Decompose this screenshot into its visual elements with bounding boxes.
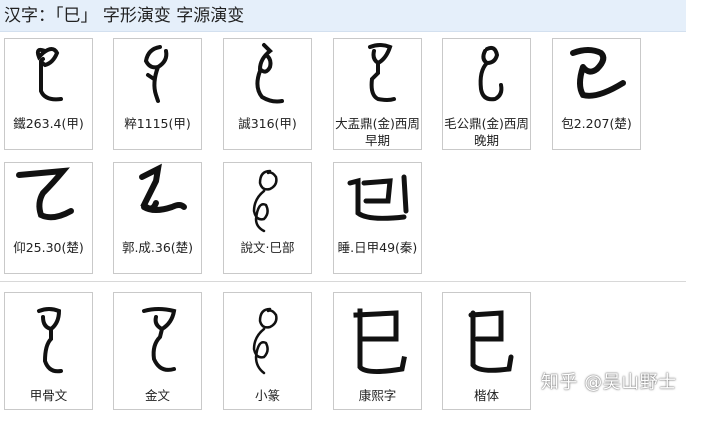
glyph-image: [5, 39, 92, 117]
glyph-card[interactable]: 睡.日甲49(秦): [333, 162, 422, 274]
glyph-caption: 睡.日甲49(秦): [337, 240, 418, 255]
glyph-card[interactable]: 小篆: [223, 292, 312, 410]
glyph-caption: 毛公鼎(金)西周晚期: [444, 116, 529, 148]
section-divider: [0, 281, 686, 282]
glyph-image: [224, 39, 311, 117]
glyph-image: [114, 39, 201, 117]
glyph-image: [5, 163, 92, 241]
glyph-image: [553, 39, 640, 117]
glyph-card[interactable]: 毛公鼎(金)西周晚期: [442, 38, 531, 150]
glyph-caption: 誠316(甲): [238, 116, 297, 131]
glyph-image: [224, 293, 311, 387]
glyph-card[interactable]: 誠316(甲): [223, 38, 312, 150]
glyph-caption: 包2.207(楚): [561, 116, 632, 131]
glyph-caption: 粹1115(甲): [124, 116, 191, 131]
glyph-card[interactable]: 說文‧巳部: [223, 162, 312, 274]
glyph-card[interactable]: 仰25.30(楚): [4, 162, 93, 274]
glyph-caption: 甲骨文: [29, 388, 68, 403]
glyph-card[interactable]: 甲骨文: [4, 292, 93, 410]
glyph-image: [443, 39, 530, 117]
glyph-caption: 大盂鼎(金)西周早期: [335, 116, 420, 148]
glyph-card[interactable]: 康熙字: [333, 292, 422, 410]
glyph-card[interactable]: 大盂鼎(金)西周早期: [333, 38, 422, 150]
glyph-card[interactable]: 包2.207(楚): [552, 38, 641, 150]
glyph-image: [334, 39, 421, 117]
glyph-caption: 郭.成.36(楚): [121, 240, 194, 255]
glyph-card[interactable]: 粹1115(甲): [113, 38, 202, 150]
glyph-card[interactable]: 楷体: [442, 292, 531, 410]
watermark: 知乎 @吴山野士: [541, 372, 677, 393]
glyph-card[interactable]: 鐵263.4(甲): [4, 38, 93, 150]
glyph-image: [443, 293, 530, 387]
glyph-card[interactable]: 金文: [113, 292, 202, 410]
glyph-caption: 鐵263.4(甲): [13, 116, 84, 131]
glyph-caption: 小篆: [254, 388, 280, 403]
glyph-image: [224, 163, 311, 241]
glyph-image: [114, 293, 201, 387]
glyph-card[interactable]: 郭.成.36(楚): [113, 162, 202, 274]
glyph-image: [5, 293, 92, 387]
glyph-image: [114, 163, 201, 241]
page-title: 汉字：「巳」 字形演变 字源演变: [0, 0, 686, 32]
glyph-image: [334, 163, 421, 241]
glyph-caption: 康熙字: [358, 388, 397, 403]
glyph-caption: 楷体: [473, 388, 499, 403]
glyph-caption: 金文: [144, 388, 170, 403]
glyph-caption: 說文‧巳部: [240, 240, 295, 255]
glyph-image: [334, 293, 421, 387]
glyph-caption: 仰25.30(楚): [13, 240, 84, 255]
